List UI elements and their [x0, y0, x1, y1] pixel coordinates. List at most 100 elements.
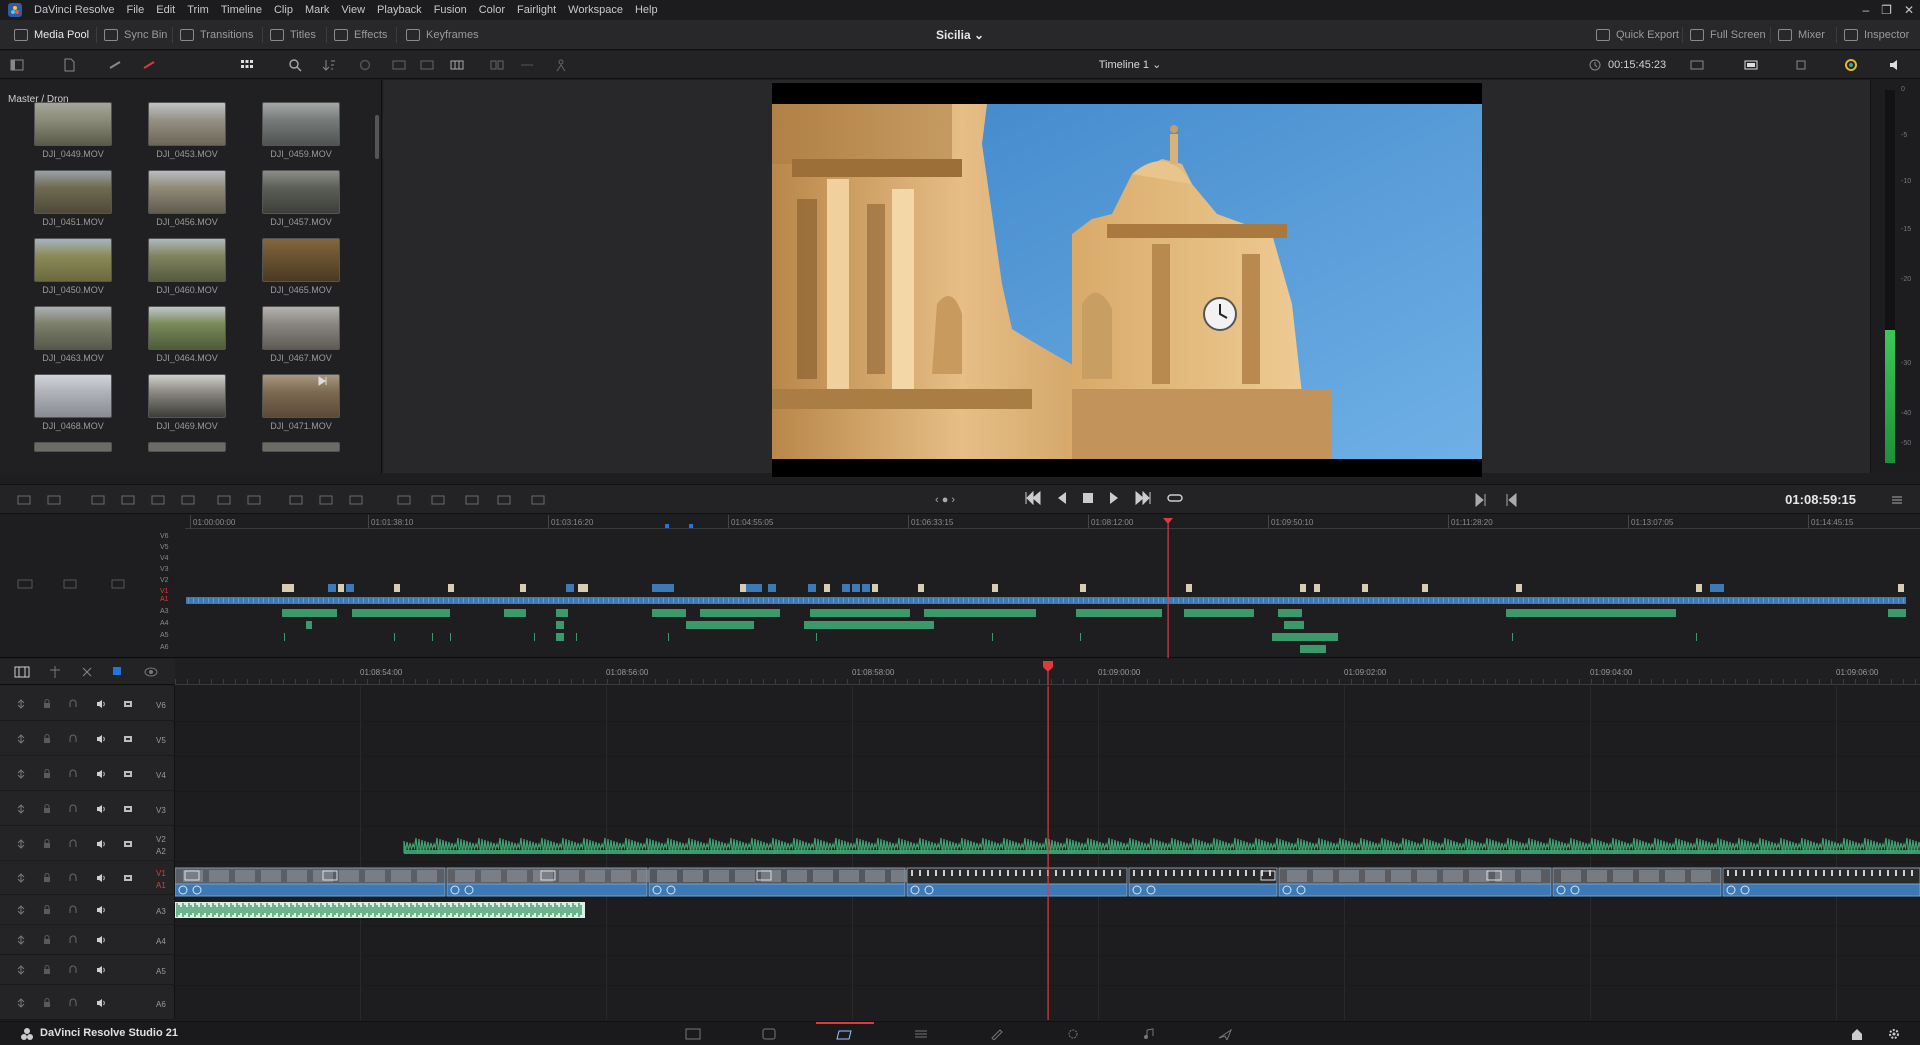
blade-tool-icon[interactable] [430, 493, 446, 507]
options-menu-icon[interactable] [1890, 493, 1904, 507]
full-screen-button[interactable]: Full Screen [1690, 20, 1766, 50]
auto-select-icon[interactable] [68, 905, 78, 915]
clip-thumbnail[interactable] [34, 306, 112, 350]
minimize-icon[interactable]: – [1862, 3, 1869, 17]
track-lock-icon[interactable] [16, 905, 26, 915]
play-clip-icon[interactable] [530, 493, 546, 507]
track-lock-icon[interactable] [16, 873, 26, 883]
menu-fairlight[interactable]: Fairlight [511, 4, 562, 16]
track-header-v4[interactable]: V4 [0, 756, 175, 791]
inspector-button[interactable]: Inspector [1844, 20, 1909, 50]
speaker-icon[interactable] [96, 935, 106, 945]
timeline-tracks[interactable] [175, 686, 1920, 1020]
clip-thumbnail[interactable] [148, 238, 226, 282]
padlock-icon[interactable] [42, 965, 52, 975]
transitions-button[interactable]: Transitions [180, 20, 253, 50]
settings-tool-icon[interactable] [396, 493, 412, 507]
padlock-icon[interactable] [42, 769, 52, 779]
clip-thumbnail[interactable] [34, 442, 112, 452]
new-bin-icon[interactable] [62, 58, 76, 72]
viewer-mode-icon[interactable] [1744, 58, 1758, 72]
snap-icon[interactable] [48, 665, 62, 679]
timeline-name-dropdown[interactable]: Timeline 1 ⌄ [1070, 51, 1190, 79]
titles-tool-icon[interactable] [496, 493, 512, 507]
page-color[interactable] [968, 1022, 1026, 1045]
previous-edit-icon[interactable] [1504, 493, 1518, 507]
viewer-frame[interactable] [772, 83, 1482, 477]
speaker-icon[interactable] [96, 769, 106, 779]
close-up-icon[interactable] [246, 493, 262, 507]
monitor-icon[interactable] [123, 839, 133, 849]
track-lock-icon[interactable] [16, 839, 26, 849]
monitor-icon[interactable] [123, 873, 133, 883]
ripple-overwrite-icon[interactable] [216, 493, 232, 507]
track-header-v6[interactable]: V6 [0, 686, 175, 721]
monitor-icon[interactable] [123, 699, 133, 709]
menu-mark[interactable]: Mark [299, 4, 335, 16]
menu-timeline[interactable]: Timeline [215, 4, 268, 16]
menu-playback[interactable]: Playback [371, 4, 428, 16]
clip-thumbnail[interactable] [148, 442, 226, 452]
clip-view-2-icon[interactable] [420, 58, 434, 72]
padlock-icon[interactable] [42, 734, 52, 744]
page-fusion[interactable] [892, 1022, 950, 1045]
play-reverse-icon[interactable] [1056, 491, 1068, 505]
padlock-icon[interactable] [42, 873, 52, 883]
loop-icon[interactable] [1166, 491, 1184, 505]
auto-select-icon[interactable] [68, 734, 78, 744]
auto-select-icon[interactable] [68, 965, 78, 975]
monitor-icon[interactable] [123, 804, 133, 814]
sort-icon[interactable] [322, 58, 336, 72]
speaker-icon[interactable] [96, 804, 106, 814]
volume-icon[interactable] [1888, 58, 1902, 72]
home-icon[interactable] [1850, 1027, 1864, 1041]
audio-clip-icon[interactable] [520, 58, 534, 72]
next-edit-icon[interactable] [1474, 493, 1488, 507]
clip-thumbnail[interactable] [262, 442, 340, 452]
clip-view-icon[interactable] [392, 58, 406, 72]
current-timecode[interactable]: 01:08:59:15 [1785, 485, 1856, 515]
menu-clip[interactable]: Clip [268, 4, 299, 16]
clip-thumbnail[interactable] [262, 170, 340, 214]
track-header-v3[interactable]: V3 [0, 791, 175, 826]
speaker-icon[interactable] [96, 873, 106, 883]
speaker-icon[interactable] [96, 734, 106, 744]
clip-thumbnail[interactable] [34, 374, 112, 418]
media-pool-button[interactable]: Media Pool [14, 20, 89, 50]
project-title[interactable]: Sicilia ⌄ [880, 20, 1040, 50]
page-fairlight[interactable] [1044, 1022, 1102, 1045]
speaker-icon[interactable] [96, 905, 106, 915]
clip-thumbnail[interactable] [262, 306, 340, 350]
page-media[interactable] [664, 1022, 722, 1045]
jog-control[interactable]: ‹ ● › [935, 485, 955, 515]
visibility-icon[interactable] [144, 665, 158, 679]
page-cut[interactable] [740, 1022, 798, 1045]
clip-thumbnail[interactable] [262, 374, 340, 418]
clip-thumbnail[interactable] [148, 306, 226, 350]
track-lock-icon[interactable] [16, 935, 26, 945]
overview-timeline[interactable]: 01:00:00:00 01:01:38:10 01:03:16:20 01:04:5… [0, 515, 1920, 658]
grid-view-icon[interactable] [240, 58, 254, 72]
monitor-icon[interactable] [123, 734, 133, 744]
audio-tool-icon[interactable] [464, 493, 480, 507]
padlock-icon[interactable] [42, 839, 52, 849]
track-header-a6[interactable]: A6 [0, 985, 175, 1020]
sync-bin-button[interactable]: Sync Bin [104, 20, 167, 50]
menu-workspace[interactable]: Workspace [562, 4, 629, 16]
track-header-v1[interactable]: V1 A1 [0, 861, 175, 895]
panel-layout-icon[interactable] [10, 58, 24, 72]
monitor-icon[interactable] [123, 769, 133, 779]
track-header-v5[interactable]: V5 [0, 721, 175, 756]
titles-button[interactable]: Titles [270, 20, 316, 50]
menu-trim[interactable]: Trim [181, 4, 215, 16]
razor-icon[interactable] [80, 665, 94, 679]
page-deliver[interactable] [1196, 1022, 1254, 1045]
search-icon[interactable] [288, 58, 302, 72]
track-lock-icon[interactable] [16, 699, 26, 709]
flag-icon[interactable] [112, 665, 122, 679]
timeline-clip-icon[interactable] [288, 493, 304, 507]
auto-select-icon[interactable] [68, 769, 78, 779]
track-header-v2[interactable]: V2 A2 [0, 826, 175, 861]
track-header-a5[interactable]: A5 [0, 955, 175, 985]
transform-icon[interactable] [1794, 58, 1808, 72]
